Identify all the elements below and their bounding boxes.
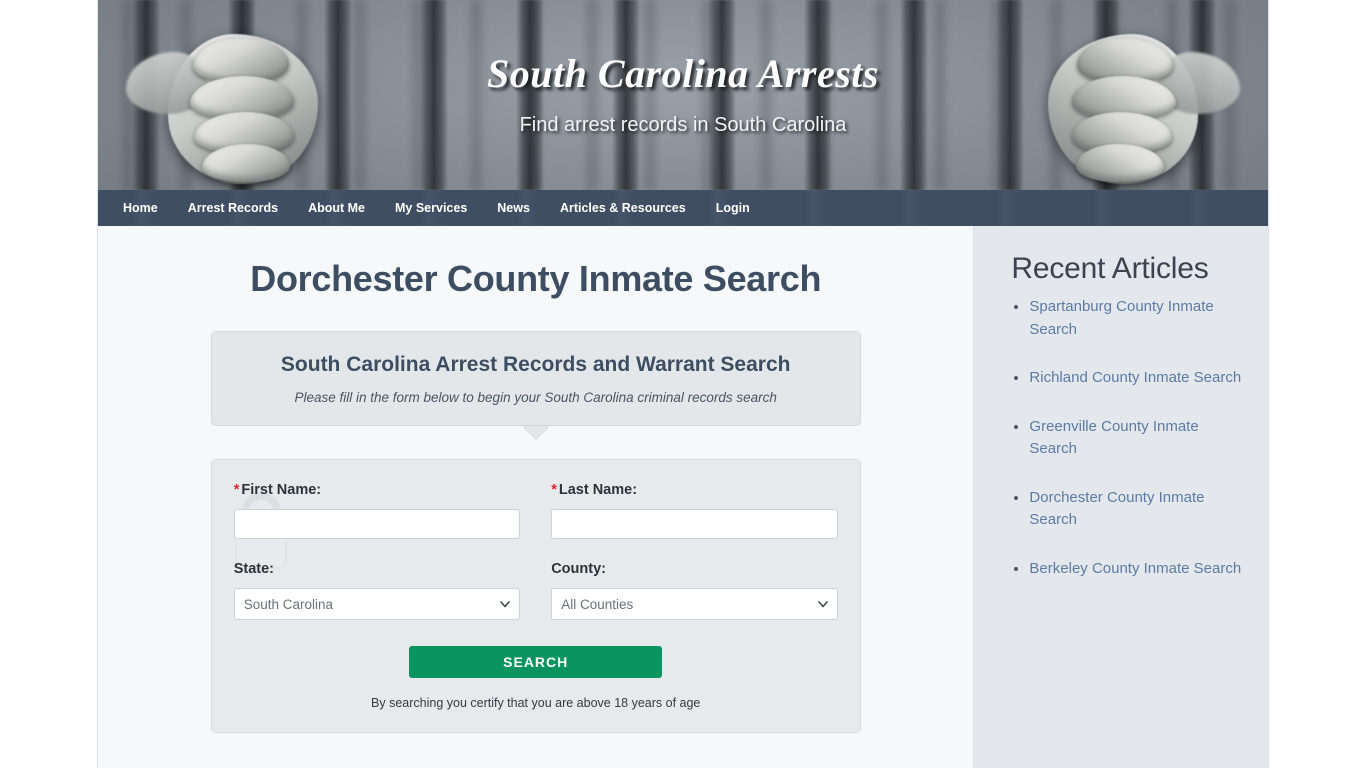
state-select-wrapper: South Carolina [233, 588, 521, 620]
list-item: Greenville County Inmate Search [1029, 416, 1246, 461]
page-title: Dorchester County Inmate Search [250, 258, 822, 299]
search-form-panel: * First Name: * Last Name: State: South … [210, 459, 861, 733]
recent-articles-list: Spartanburg County Inmate Search Richlan… [1011, 296, 1246, 580]
list-item: Berkeley County Inmate Search [1029, 558, 1246, 581]
list-item: Spartanburg County Inmate Search [1029, 296, 1246, 341]
banner-text-block: South Carolina Arrests Find arrest recor… [98, 52, 1268, 137]
required-marker: * [233, 482, 240, 498]
hand-knuckle-shape [202, 144, 290, 182]
nav-item-home[interactable]: Home [108, 190, 173, 226]
sidebar-link-richland[interactable]: Richland County Inmate Search [1029, 369, 1241, 386]
first-name-group: * First Name: [233, 482, 521, 539]
sidebar-title: Recent Articles [1011, 252, 1209, 285]
nav-item-login[interactable]: Login [701, 190, 765, 226]
page-root: South Carolina Arrests Find arrest recor… [0, 0, 1366, 768]
form-row-spacer [234, 539, 521, 561]
intro-callout-subtitle: Please fill in the form below to begin y… [294, 390, 777, 405]
list-item: Dorchester County Inmate Search [1029, 487, 1246, 532]
first-name-label-text: First Name: [241, 482, 322, 498]
intro-callout: South Carolina Arrest Records and Warran… [210, 331, 861, 439]
site-title: South Carolina Arrests [487, 51, 879, 96]
content-row: Dorchester County Inmate Search South Ca… [98, 226, 1268, 768]
sidebar-link-dorchester[interactable]: Dorchester County Inmate Search [1029, 489, 1204, 529]
search-form-fields: * First Name: * Last Name: State: South … [233, 482, 838, 620]
form-row-spacer [551, 539, 838, 561]
last-name-label-text: Last Name: [558, 482, 638, 498]
nav-item-my-services[interactable]: My Services [380, 190, 482, 226]
sidebar: Recent Articles Spartanburg County Inmat… [973, 226, 1268, 768]
intro-callout-title: South Carolina Arrest Records and Warran… [280, 353, 791, 376]
site-banner: South Carolina Arrests Find arrest recor… [98, 0, 1268, 190]
required-marker: * [551, 482, 557, 498]
nav-item-news[interactable]: News [482, 190, 545, 226]
nav-item-arrest-records[interactable]: Arrest Records [173, 190, 293, 226]
first-name-label: * First Name: [234, 482, 521, 498]
main-content: Dorchester County Inmate Search South Ca… [98, 226, 974, 768]
nav-item-about-me[interactable]: About Me [293, 190, 380, 226]
sidebar-link-berkeley[interactable]: Berkeley County Inmate Search [1029, 560, 1241, 577]
sidebar-link-greenville[interactable]: Greenville County Inmate Search [1029, 418, 1198, 458]
site-tagline: Find arrest records in South Carolina [519, 114, 847, 136]
state-label: State: [233, 561, 274, 577]
first-name-input[interactable] [233, 509, 521, 539]
last-name-label: * Last Name: [551, 482, 838, 498]
search-button[interactable]: SEARCH [409, 646, 663, 678]
last-name-input[interactable] [551, 509, 838, 539]
county-select[interactable]: All Counties [551, 588, 838, 620]
nav-item-articles-resources[interactable]: Articles & Resources [545, 190, 701, 226]
state-select[interactable]: South Carolina [233, 588, 521, 620]
county-select-wrapper: All Counties [551, 588, 838, 620]
list-item: Richland County Inmate Search [1029, 367, 1246, 390]
callout-tail-triangle-icon [522, 426, 549, 439]
county-label: County: [551, 561, 606, 577]
county-group: County: All Counties [551, 561, 838, 620]
sidebar-link-spartanburg[interactable]: Spartanburg County Inmate Search [1029, 298, 1213, 338]
age-certification-text: By searching you certify that you are ab… [371, 696, 701, 710]
state-group: State: South Carolina [233, 561, 521, 620]
last-name-group: * Last Name: [551, 482, 838, 539]
search-button-row: SEARCH [234, 646, 838, 678]
site-container: South Carolina Arrests Find arrest recor… [97, 0, 1269, 768]
intro-callout-box: South Carolina Arrest Records and Warran… [210, 331, 861, 426]
primary-navigation: Home Arrest Records About Me My Services… [98, 190, 1268, 226]
